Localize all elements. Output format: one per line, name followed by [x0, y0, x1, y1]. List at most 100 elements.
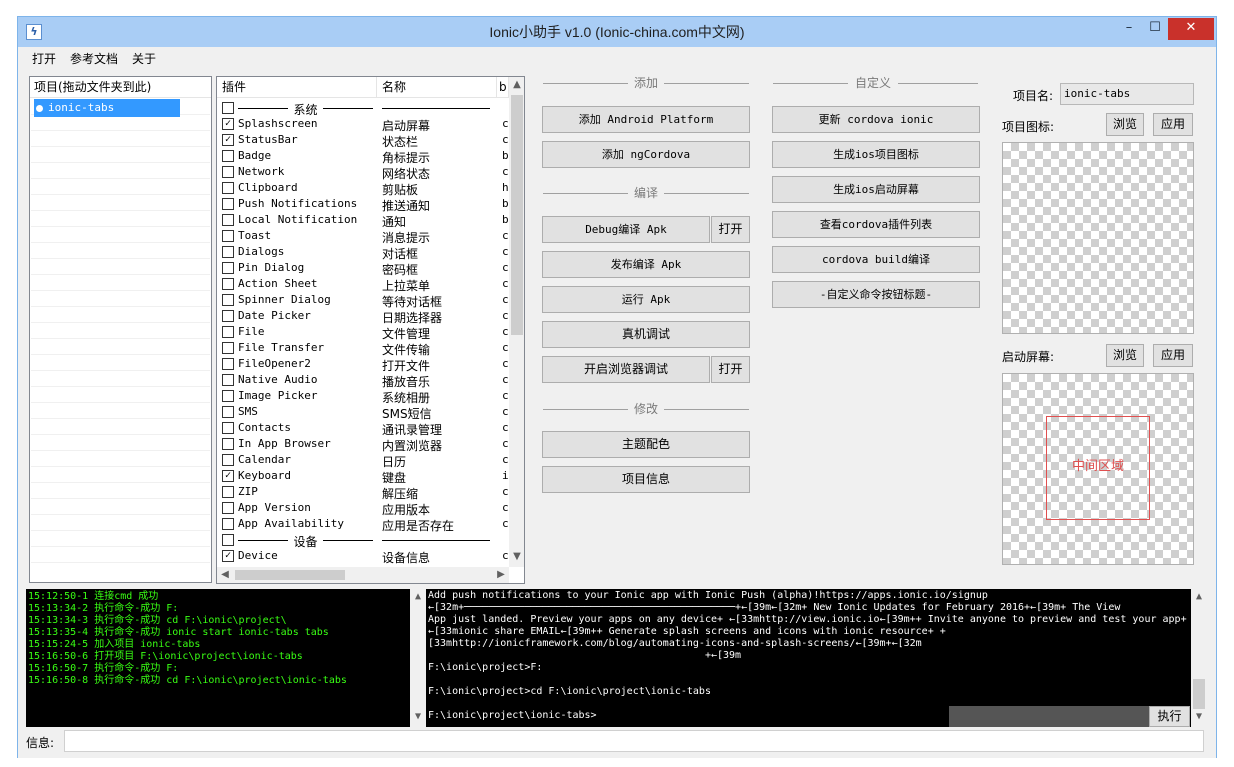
plugin-checkbox[interactable]	[222, 182, 234, 194]
scroll-left-icon[interactable]: ◀	[217, 569, 233, 580]
name-col-header[interactable]: 名称	[377, 77, 497, 98]
apply-splash-button[interactable]: 应用	[1153, 344, 1193, 367]
menu-open[interactable]: 打开	[30, 50, 58, 67]
plugin-row[interactable]: Network 网络状态 c	[217, 164, 509, 181]
plugin-checkbox[interactable]: ✓	[222, 550, 234, 562]
plugin-checkbox[interactable]	[222, 310, 234, 322]
plugin-row[interactable]: FileOpener2 打开文件 c	[217, 356, 509, 373]
plugin-checkbox[interactable]	[222, 230, 234, 242]
plugin-checkbox[interactable]	[222, 150, 234, 162]
add-android-button[interactable]: 添加 Android Platform	[542, 106, 750, 133]
plugin-row[interactable]: ✓ Keyboard 键盘 i	[217, 468, 509, 485]
log-scroll-up-icon[interactable]: ▲	[410, 591, 425, 603]
console-scroll-thumb[interactable]	[1193, 679, 1205, 709]
plugin-row[interactable]: Push Notifications 推送通知 b	[217, 196, 509, 213]
log-scrollbar[interactable]: ▲ ▼	[410, 589, 425, 727]
plugin-row[interactable]: ✓ Device 设备信息 c	[217, 548, 509, 565]
log-output[interactable]: 15:12:50-1 连接cmd 成功 15:13:34-2 执行命令-成功 F:…	[26, 589, 425, 727]
plugin-checkbox[interactable]	[222, 358, 234, 370]
plugin-row[interactable]: File 文件管理 c	[217, 324, 509, 341]
view-plugins-button[interactable]: 查看cordova插件列表	[772, 211, 980, 238]
project-name-input[interactable]: ionic-tabs	[1060, 83, 1194, 105]
minimize-button[interactable]: –	[1116, 18, 1142, 40]
plugin-row[interactable]: Toast 消息提示 c	[217, 228, 509, 245]
plugin-checkbox[interactable]	[222, 518, 234, 530]
plugin-col-header[interactable]: 插件	[217, 77, 377, 98]
menu-docs[interactable]: 参考文档	[68, 50, 120, 67]
console-scrollbar[interactable]: ▲ ▼	[1191, 589, 1207, 727]
browse-splash-button[interactable]: 浏览	[1106, 344, 1144, 367]
close-button[interactable]: ✕	[1168, 18, 1214, 40]
plugin-checkbox[interactable]	[222, 390, 234, 402]
apply-icon-button[interactable]: 应用	[1153, 113, 1193, 136]
plugin-checkbox[interactable]: ✓	[222, 118, 234, 130]
scroll-up-icon[interactable]: ▲	[509, 79, 524, 90]
add-ngcordova-button[interactable]: 添加 ngCordova	[542, 141, 750, 168]
plugin-checkbox[interactable]	[222, 278, 234, 290]
console-output[interactable]: Add push notifications to your Ionic app…	[426, 589, 1207, 727]
menu-about[interactable]: 关于	[130, 50, 158, 67]
gen-icon-button[interactable]: 生成ios项目图标	[772, 141, 980, 168]
open-browser-button[interactable]: 打开	[711, 356, 750, 383]
project-info-button[interactable]: 项目信息	[542, 466, 750, 493]
plugin-row[interactable]: App Availability 应用是否存在 c	[217, 516, 509, 533]
plugin-checkbox[interactable]	[222, 374, 234, 386]
browser-debug-button[interactable]: 开启浏览器调试	[542, 356, 710, 383]
update-cordova-button[interactable]: 更新 cordova ionic	[772, 106, 980, 133]
custom-command-button[interactable]: -自定义命令按钮标题-	[772, 281, 980, 308]
browse-icon-button[interactable]: 浏览	[1106, 113, 1144, 136]
plugin-checkbox[interactable]	[222, 406, 234, 418]
plugin-row[interactable]: Image Picker 系统相册 c	[217, 388, 509, 405]
plugin-row[interactable]: Spinner Dialog 等待对话框 c	[217, 292, 509, 309]
plugin-row[interactable]: ZIP 解压缩 c	[217, 484, 509, 501]
log-scroll-down-icon[interactable]: ▼	[410, 711, 425, 723]
plugin-checkbox[interactable]: ✓	[222, 134, 234, 146]
plugin-list[interactable]: 插件 名称 b 系统 ✓ Splashscreen 启动屏幕 c ✓ StatusBar 状态…	[216, 76, 525, 584]
plugin-row[interactable]: In App Browser 内置浏览器 c	[217, 436, 509, 453]
plugin-row[interactable]: ✓ Splashscreen 启动屏幕 c	[217, 116, 509, 133]
scroll-down-icon[interactable]: ▼	[509, 551, 524, 562]
plugin-vscroll-thumb[interactable]	[511, 95, 523, 335]
plugin-checkbox[interactable]	[222, 534, 234, 546]
console-scroll-up-icon[interactable]: ▲	[1191, 591, 1207, 603]
plugin-checkbox[interactable]: ✓	[222, 470, 234, 482]
plugin-checkbox[interactable]	[222, 246, 234, 258]
gen-splash-button[interactable]: 生成ios启动屏幕	[772, 176, 980, 203]
plugin-checkbox[interactable]	[222, 342, 234, 354]
plugin-checkbox[interactable]	[222, 438, 234, 450]
plugin-vscrollbar[interactable]: ▲ ▼	[509, 77, 524, 567]
title-bar[interactable]: ϟ Ionic小助手 v1.0 (Ionic-china.com中文网) – ☐…	[18, 17, 1216, 47]
plugin-row[interactable]: Local Notification 通知 b	[217, 212, 509, 229]
plugin-row[interactable]: Pin Dialog 密码框 c	[217, 260, 509, 277]
scroll-right-icon[interactable]: ▶	[493, 569, 509, 580]
run-apk-button[interactable]: 运行 Apk	[542, 286, 750, 313]
plugin-row[interactable]: Dialogs 对话框 c	[217, 244, 509, 261]
project-item-ionic-tabs[interactable]: ionic-tabs	[34, 99, 180, 117]
plugin-checkbox[interactable]	[222, 502, 234, 514]
theme-button[interactable]: 主题配色	[542, 431, 750, 458]
plugin-row[interactable]: ✓ StatusBar 状态栏 c	[217, 132, 509, 149]
device-debug-button[interactable]: 真机调试	[542, 321, 750, 348]
plugin-checkbox[interactable]	[222, 454, 234, 466]
plugin-checkbox[interactable]	[222, 294, 234, 306]
splash-preview[interactable]: 中间区域	[1002, 373, 1194, 565]
command-input[interactable]	[949, 706, 1149, 727]
plugin-row[interactable]: Clipboard 剪贴板 h	[217, 180, 509, 197]
project-list[interactable]: 项目(拖动文件夹到此) ionic-tabs	[29, 76, 212, 583]
execute-button[interactable]: 执行	[1149, 706, 1190, 727]
maximize-button[interactable]: ☐	[1142, 18, 1168, 40]
plugin-checkbox[interactable]	[222, 166, 234, 178]
extra-col-header[interactable]: b	[497, 77, 509, 98]
plugin-row[interactable]: Date Picker 日期选择器 c	[217, 308, 509, 325]
plugin-checkbox[interactable]	[222, 486, 234, 498]
plugin-row[interactable]: Calendar 日历 c	[217, 452, 509, 469]
plugin-group-row[interactable]: 系统	[217, 100, 509, 117]
plugin-row[interactable]: Badge 角标提示 b	[217, 148, 509, 165]
debug-apk-button[interactable]: Debug编译 Apk	[542, 216, 710, 243]
plugin-checkbox[interactable]	[222, 262, 234, 274]
plugin-row[interactable]: App Version 应用版本 c	[217, 500, 509, 517]
plugin-checkbox[interactable]	[222, 198, 234, 210]
icon-preview[interactable]	[1002, 142, 1194, 334]
release-apk-button[interactable]: 发布编译 Apk	[542, 251, 750, 278]
cordova-build-button[interactable]: cordova build编译	[772, 246, 980, 273]
